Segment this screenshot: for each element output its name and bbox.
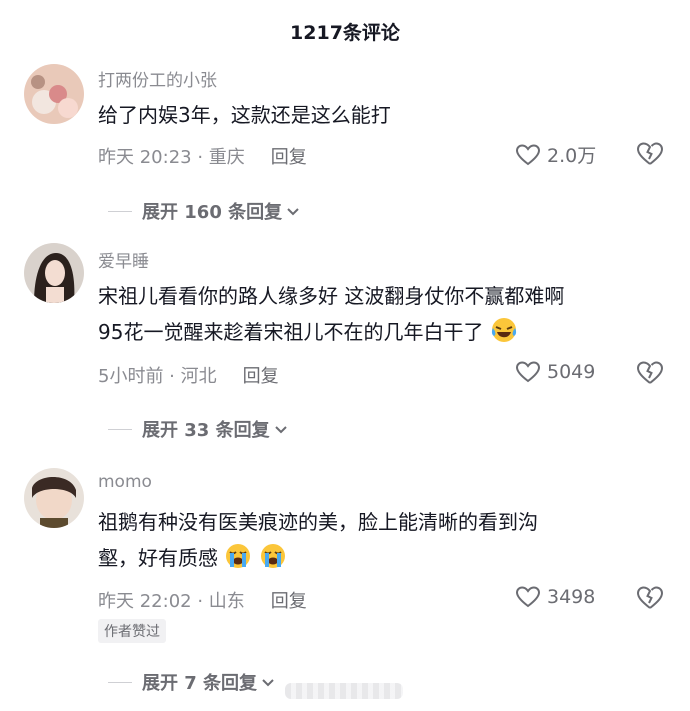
avatar[interactable]: [24, 64, 84, 124]
comment-username[interactable]: 爱早睡: [98, 247, 149, 272]
comment-time-location: 昨天 20:23 · 重庆: [98, 147, 245, 168]
like-button[interactable]: 5049: [515, 360, 595, 384]
comment-meta: 5小时前 · 河北 回复: [98, 362, 279, 388]
comments-header: 1217条评论: [0, 0, 690, 62]
broken-heart-icon: [636, 361, 664, 384]
expand-replies[interactable]: 展开 160 条回复: [108, 198, 301, 224]
comment-text-line: 祖鹅有种没有医美痕迹的美，脸上能清晰的看到沟: [98, 510, 538, 534]
expand-replies-label: 展开 33 条回复: [142, 420, 270, 441]
comment-meta: 昨天 22:02 · 山东 回复: [98, 587, 307, 613]
chevron-down-icon: [274, 426, 287, 434]
comment-text: 给了内娱3年，这款还是这么能打: [98, 97, 668, 133]
heart-icon: [515, 586, 541, 608]
broken-heart-icon: [636, 586, 664, 609]
reply-button[interactable]: 回复: [271, 587, 307, 613]
divider-line: [108, 681, 132, 683]
comment-text-line: 宋祖儿看看你的路人缘多好 这波翻身仗你不赢都难啊: [98, 284, 565, 308]
watermark: [285, 683, 403, 699]
broken-heart-icon: [636, 142, 664, 165]
heart-icon: [515, 361, 541, 383]
expand-replies-label: 展开 160 条回复: [142, 202, 283, 223]
divider-line: [108, 210, 132, 212]
reply-button[interactable]: 回复: [243, 362, 279, 388]
comment-count-title: 1217条评论: [290, 21, 400, 44]
avatar[interactable]: [24, 243, 84, 303]
chevron-down-icon: [287, 208, 299, 216]
like-count: 3498: [547, 586, 596, 608]
loudly-crying-emoji-icon: [260, 544, 285, 568]
chevron-down-icon: [262, 679, 274, 687]
expand-replies[interactable]: 展开 33 条回复: [108, 416, 289, 442]
like-count: 2.0万: [547, 145, 597, 167]
avatar[interactable]: [24, 468, 84, 528]
comment-text-line: 95花一觉醒来趁着宋祖儿不在的几年白干了: [98, 320, 484, 344]
like-button[interactable]: 3498: [515, 585, 595, 609]
divider-line: [108, 428, 132, 430]
comment-text: 祖鹅有种没有医美痕迹的美，脸上能清晰的看到沟 壑，好有质感: [98, 504, 668, 576]
dislike-button[interactable]: [636, 141, 664, 171]
comment-text-line: 壑，好有质感: [98, 546, 218, 570]
comment-username[interactable]: 打两份工的小张: [98, 66, 217, 91]
like-count: 5049: [547, 361, 596, 383]
expand-replies[interactable]: 展开 7 条回复: [108, 669, 276, 695]
like-button[interactable]: 2.0万: [515, 141, 596, 168]
loudly-crying-emoji-icon: [226, 544, 251, 568]
comment-meta: 昨天 20:23 · 重庆 回复: [98, 143, 307, 169]
author-liked-badge: 作者赞过: [98, 619, 166, 643]
laugh-cry-emoji-icon: [491, 318, 516, 342]
dislike-button[interactable]: [636, 585, 664, 615]
comment-text: 宋祖儿看看你的路人缘多好 这波翻身仗你不赢都难啊 95花一觉醒来趁着宋祖儿不在的…: [98, 278, 668, 350]
expand-replies-label: 展开 7 条回复: [142, 673, 258, 694]
comment-text-line: 给了内娱3年，这款还是这么能打: [98, 103, 391, 127]
dislike-button[interactable]: [636, 360, 664, 390]
comment-time-location: 5小时前 · 河北: [98, 366, 217, 387]
comment-time-location: 昨天 22:02 · 山东: [98, 591, 245, 612]
comment-username[interactable]: momo: [98, 472, 152, 492]
reply-button[interactable]: 回复: [271, 143, 307, 169]
heart-icon: [515, 143, 541, 165]
